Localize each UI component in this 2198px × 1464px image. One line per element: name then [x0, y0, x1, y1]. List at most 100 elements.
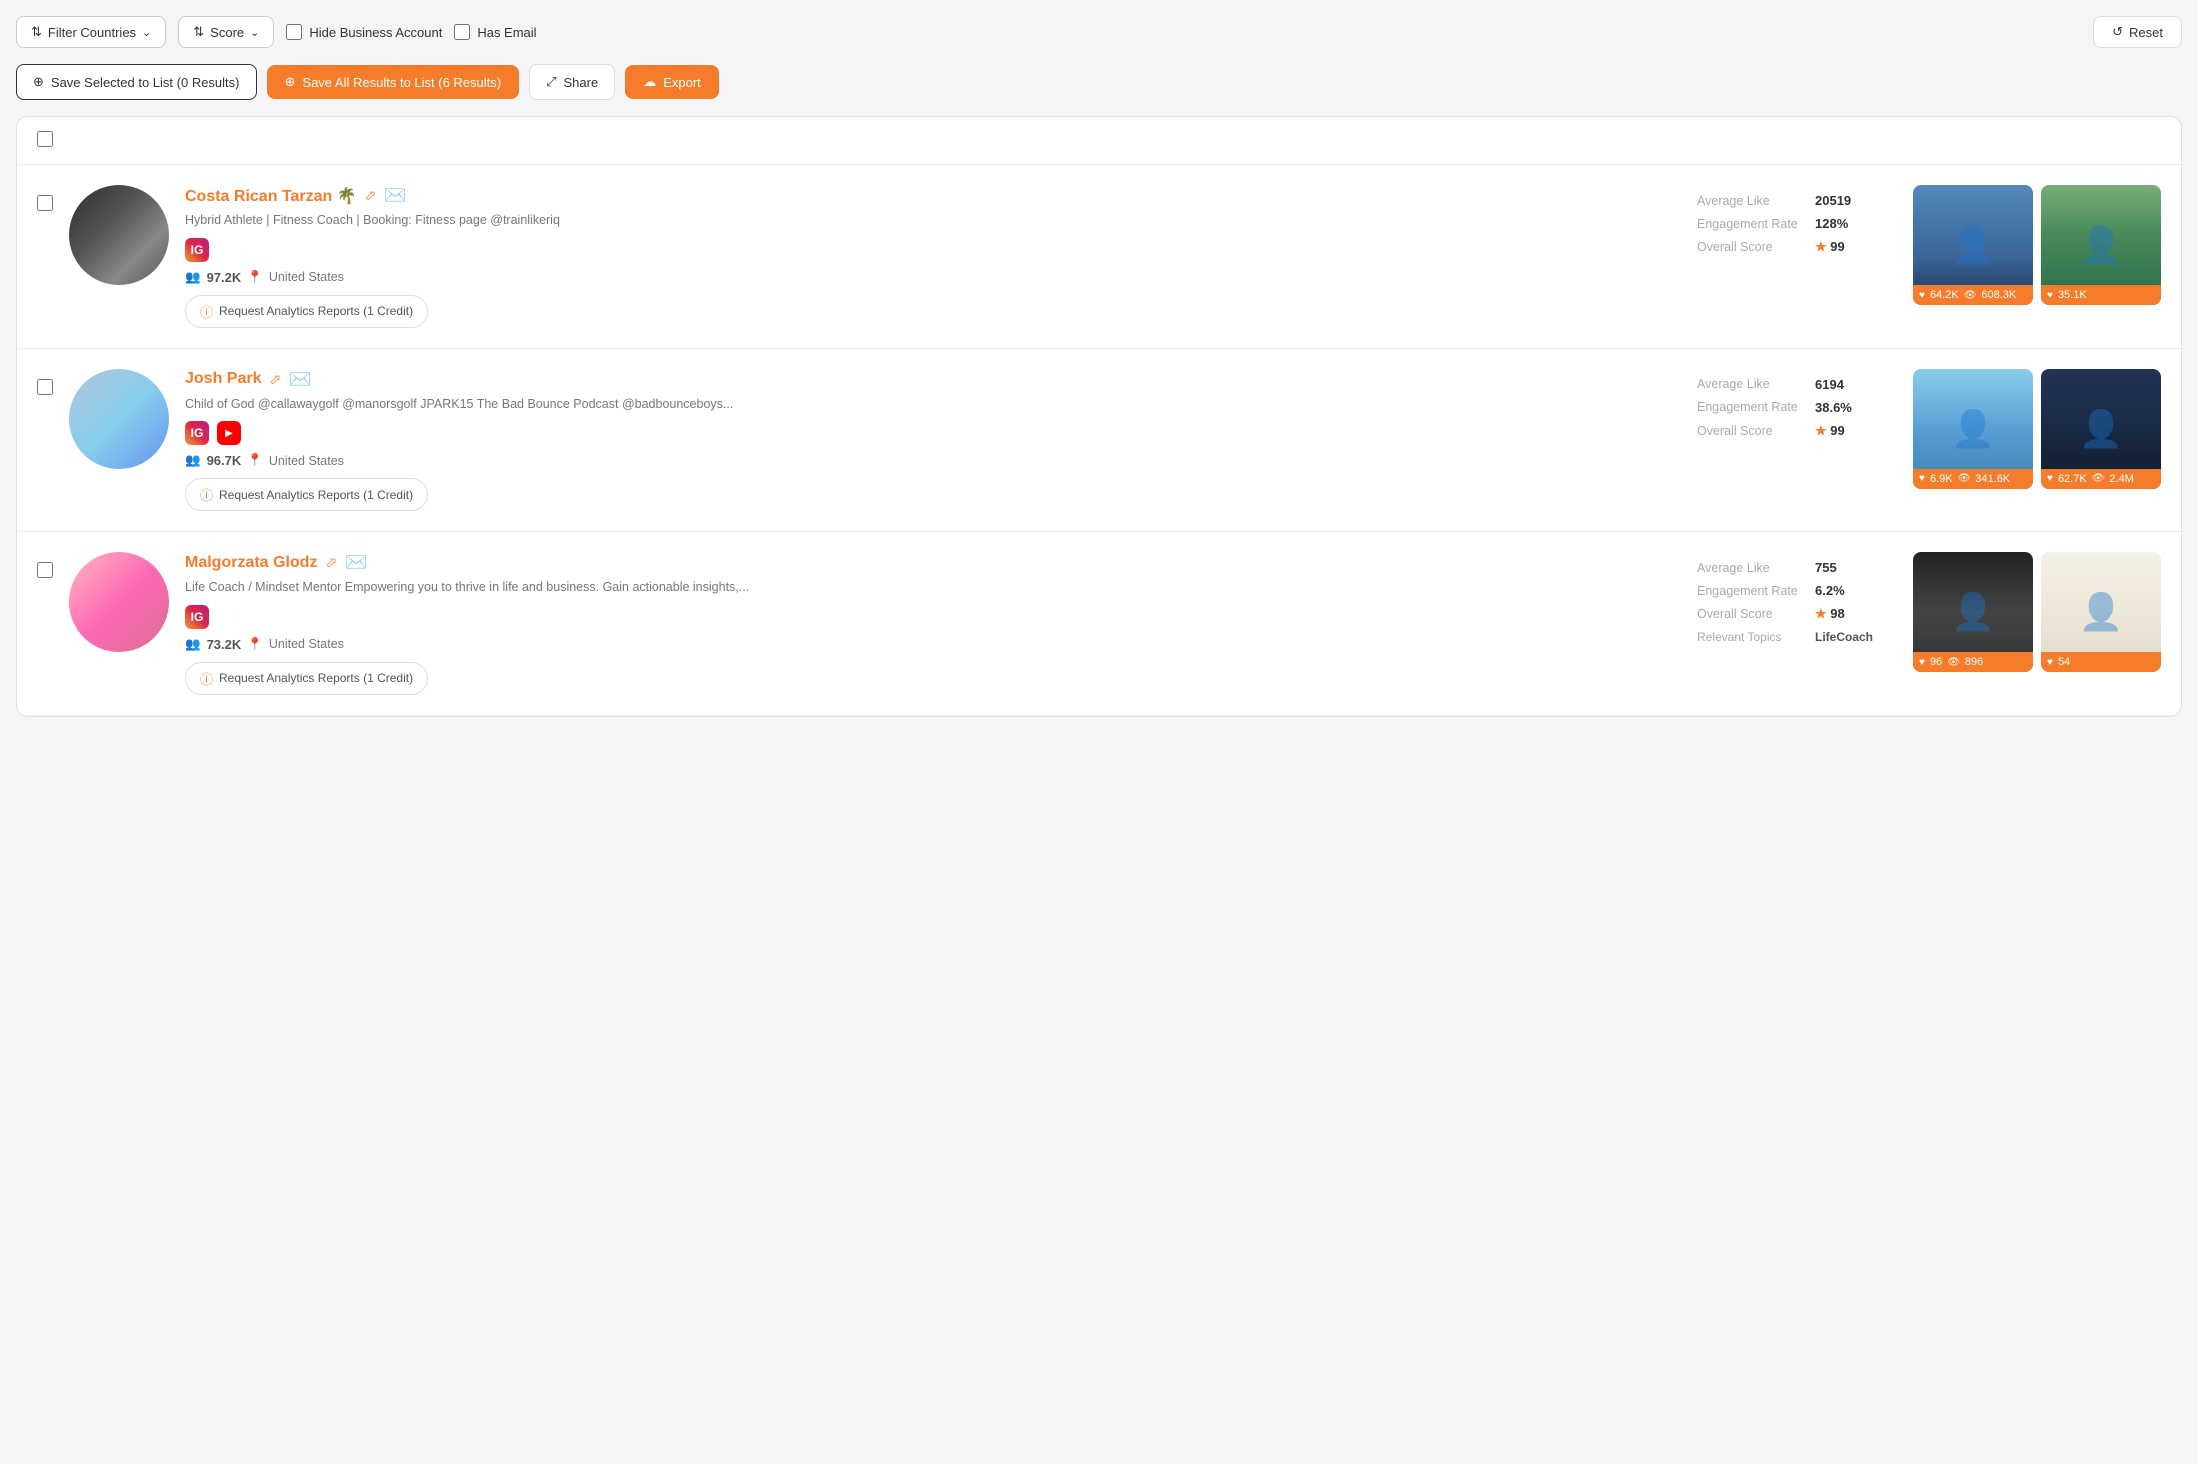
thumb-stats-bar: ♥64.2K 👁608.3K	[1913, 285, 2033, 305]
thumbnail-2-2[interactable]: 👤 ♥62.7K 👁2.4M	[2041, 369, 2161, 489]
follower-row: 👥 97.2K 📍 United States	[185, 270, 1681, 285]
export-icon: ☁	[643, 74, 656, 90]
external-link-icon[interactable]: ⬀	[365, 187, 377, 204]
hide-business-checkbox[interactable]	[286, 24, 302, 40]
share-label: Share	[564, 75, 599, 90]
thumb-person-icon: 👤	[1951, 408, 1996, 450]
thumb-person-icon: 👤	[1951, 591, 1996, 633]
follower-count: 97.2K	[207, 270, 242, 285]
instagram-icon[interactable]: IG	[185, 421, 209, 445]
thumb-person-icon: 👤	[2079, 591, 2124, 633]
thumb-person-icon: 👤	[1951, 224, 1996, 266]
overall-score-label: Overall Score	[1697, 424, 1807, 438]
card-checkbox-2	[37, 379, 53, 398]
instagram-icon[interactable]: IG	[185, 605, 209, 629]
thumb-stats-bar: ♥62.7K 👁2.4M	[2041, 469, 2161, 489]
chevron-down-icon: ⌄	[142, 26, 151, 39]
overall-score-row: Overall Score ★ 99	[1697, 239, 1897, 255]
has-email-filter[interactable]: Has Email	[454, 24, 536, 40]
youtube-icon[interactable]: ▶	[217, 421, 241, 445]
thumbnail-1-1[interactable]: 👤 ♥64.2K 👁608.3K	[1913, 185, 2033, 305]
external-link-icon[interactable]: ⬀	[325, 554, 337, 571]
heart-icon: ♥	[1919, 290, 1925, 301]
followers-icon: 👥	[185, 270, 201, 285]
save-selected-button[interactable]: ⊕ Save Selected to List (0 Results)	[16, 64, 257, 100]
overall-score-label: Overall Score	[1697, 240, 1807, 254]
avg-like-row: Average Like 755	[1697, 560, 1897, 575]
analytics-button[interactable]: ⓘ Request Analytics Reports (1 Credit)	[185, 478, 428, 511]
heart-icon: ♥	[2047, 473, 2053, 484]
select-all-row	[17, 117, 2181, 165]
analytics-button[interactable]: ⓘ Request Analytics Reports (1 Credit)	[185, 662, 428, 695]
location-text: United States	[269, 454, 344, 468]
overall-score-value: ★ 99	[1815, 423, 1845, 439]
has-email-checkbox[interactable]	[454, 24, 470, 40]
avg-like-row: Average Like 6194	[1697, 377, 1897, 392]
info-icon: ⓘ	[200, 485, 213, 504]
avg-like-label: Average Like	[1697, 194, 1807, 208]
follower-row: 👥 96.7K 📍 United States	[185, 453, 1681, 468]
name-row: Costa Rican Tarzan 🌴 ⬀ ✉️	[185, 185, 1681, 206]
avg-like-value: 755	[1815, 560, 1837, 575]
eye-icon: 👁	[2092, 473, 2105, 484]
engagement-rate-row: Engagement Rate 128%	[1697, 216, 1897, 231]
heart-icon: ♥	[1919, 657, 1925, 668]
follower-row: 👥 73.2K 📍 United States	[185, 637, 1681, 652]
email-icon: ✉️	[289, 369, 311, 390]
select-all-checkbox[interactable]	[37, 131, 53, 147]
avg-like-label: Average Like	[1697, 377, 1807, 391]
avatar-1	[69, 185, 169, 285]
analytics-button[interactable]: ⓘ Request Analytics Reports (1 Credit)	[185, 295, 428, 328]
reset-label: Reset	[2129, 25, 2163, 40]
relevant-topics-row: Relevant Topics LifeCoach	[1697, 630, 1897, 644]
influencer-name[interactable]: Josh Park	[185, 370, 261, 388]
save-all-icon: ⊕	[285, 74, 296, 90]
influencer-card: Malgorzata Glodz ⬀ ✉️ Life Coach / Minds…	[17, 532, 2181, 716]
location-text: United States	[269, 637, 344, 651]
followers-icon: 👥	[185, 637, 201, 652]
engagement-rate-value: 6.2%	[1815, 583, 1845, 598]
location-text: United States	[269, 270, 344, 284]
influencer-name[interactable]: Malgorzata Glodz	[185, 554, 317, 572]
thumbnail-3-1[interactable]: 👤 ♥96 👁896	[1913, 552, 2033, 672]
avg-like-row: Average Like 20519	[1697, 193, 1897, 208]
share-icon: ⤢	[546, 74, 556, 90]
analytics-label: Request Analytics Reports (1 Credit)	[219, 671, 413, 685]
hide-business-filter[interactable]: Hide Business Account	[286, 24, 442, 40]
select-influencer-1[interactable]	[37, 195, 53, 211]
overall-score-row: Overall Score ★ 98	[1697, 606, 1897, 622]
thumbnail-3-2[interactable]: 👤 ♥54	[2041, 552, 2161, 672]
influencer-name[interactable]: Costa Rican Tarzan 🌴	[185, 186, 357, 206]
thumbnail-1-2[interactable]: 👤 ♥35.1K	[2041, 185, 2161, 305]
select-influencer-3[interactable]	[37, 562, 53, 578]
reset-button[interactable]: ↺ Reset	[2093, 16, 2182, 48]
share-button[interactable]: ⤢ Share	[529, 64, 615, 100]
export-button[interactable]: ☁ Export	[625, 65, 719, 99]
filter-countries-button[interactable]: ⇅ Filter Countries ⌄	[16, 16, 166, 48]
relevant-topics-label: Relevant Topics	[1697, 630, 1807, 644]
influencer-bio: Life Coach / Mindset Mentor Empowering y…	[185, 579, 1681, 597]
overall-score-value: ★ 98	[1815, 606, 1845, 622]
social-icons: IG	[185, 238, 1681, 262]
save-all-button[interactable]: ⊕ Save All Results to List (6 Results)	[267, 65, 520, 99]
stats-section-3: Average Like 755 Engagement Rate 6.2% Ov…	[1697, 552, 1897, 644]
select-influencer-2[interactable]	[37, 379, 53, 395]
star-icon: ★	[1815, 423, 1827, 438]
engagement-rate-label: Engagement Rate	[1697, 400, 1807, 414]
thumbnail-2-1[interactable]: 👤 ♥6.9K 👁341.6K	[1913, 369, 2033, 489]
heart-icon: ♥	[2047, 290, 2053, 301]
thumb-person-icon: 👤	[2079, 408, 2124, 450]
reset-icon: ↺	[2112, 24, 2123, 40]
email-icon: ✉️	[345, 552, 367, 573]
eye-icon: 👁	[1947, 657, 1960, 668]
followers-icon: 👥	[185, 453, 201, 468]
eye-icon: 👁	[1958, 473, 1971, 484]
relevant-topics-value: LifeCoach	[1815, 630, 1873, 644]
influencer-bio: Hybrid Athlete | Fitness Coach | Booking…	[185, 212, 1681, 230]
score-button[interactable]: ⇅ Score ⌄	[178, 16, 274, 48]
follower-count: 73.2K	[207, 637, 242, 652]
external-link-icon[interactable]: ⬀	[269, 371, 281, 388]
card-info-1: Costa Rican Tarzan 🌴 ⬀ ✉️ Hybrid Athlete…	[185, 185, 1681, 328]
instagram-icon[interactable]: IG	[185, 238, 209, 262]
cards-container: Costa Rican Tarzan 🌴 ⬀ ✉️ Hybrid Athlete…	[17, 165, 2181, 716]
